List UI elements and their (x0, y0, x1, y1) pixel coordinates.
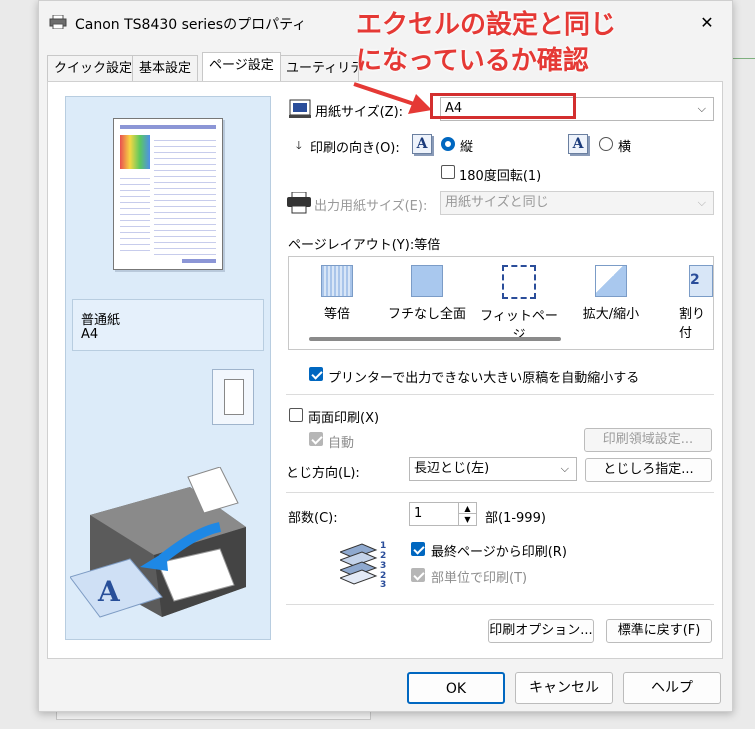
tab-page-setup[interactable]: ページ設定 (202, 52, 281, 81)
ok-button[interactable]: OK (407, 672, 505, 704)
layout-fit-icon (502, 265, 536, 299)
tab-maintenance[interactable]: ユーティリティ (279, 55, 359, 81)
layout-item-label: 拡大/縮小 (582, 307, 640, 322)
layout-item-label: 割り付 (679, 307, 706, 341)
portrait-orientation-icon: A (412, 134, 432, 154)
portrait-label: 縦 (460, 140, 474, 155)
preview-text-lines-left (120, 173, 150, 255)
annotation-arrow-icon (352, 78, 434, 118)
annotation-line-1: エクセルの設定と同じ (356, 10, 617, 40)
spin-down-icon[interactable]: ▼ (458, 514, 476, 525)
copies-spinbox[interactable]: 1 ▲ ▼ (409, 502, 477, 526)
preview-image-block (120, 135, 150, 169)
orientation-label: 印刷の向き(O): (310, 141, 400, 156)
layout-multi-page-icon: 2 (689, 265, 713, 297)
binding-value: 長辺とじ(左) (414, 461, 490, 476)
page-layout-list: 等倍 フチなし全面 フィットページ 拡大/縮小 2 割り付 (288, 256, 714, 350)
layout-item-borderless[interactable]: フチなし全面 (387, 265, 467, 322)
preview-header-bar (120, 125, 216, 129)
binding-margin-button[interactable]: とじしろ指定... (585, 458, 712, 482)
layout-item-page-layout[interactable]: 2 割り付 (659, 265, 713, 341)
output-size-select[interactable]: 用紙サイズと同じ ⌵ (440, 191, 714, 215)
rotate180-checkbox[interactable] (441, 165, 455, 179)
reverse-order-checkbox[interactable] (411, 542, 425, 556)
help-button[interactable]: ヘルプ (623, 672, 721, 704)
chevron-down-icon: ⌵ (560, 462, 569, 475)
preview-text-lines (154, 135, 216, 255)
layout-item-scaled[interactable]: 拡大/縮小 (571, 265, 651, 322)
background-line (733, 58, 755, 59)
defaults-button[interactable]: 標準に戻す(F) (606, 619, 712, 643)
layout-normal-icon (321, 265, 353, 297)
annotation-line-2: になっているか確認 (356, 46, 589, 76)
cancel-button[interactable]: キャンセル (515, 672, 613, 704)
auto-reduce-checkbox[interactable] (309, 367, 323, 381)
rotate180-label: 180度回転(1) (459, 169, 542, 184)
layout-borderless-icon (411, 265, 443, 297)
binding-label: とじ方向(L): (286, 466, 360, 481)
tab-main[interactable]: 基本設定 (132, 55, 199, 81)
chevron-down-icon: ⌵ (697, 102, 706, 115)
page-setup-panel: 普通紙 A4 A 用紙サイズ(Z): A4 ⌵ 🡓 印刷の向き(O): A 縦 … (47, 81, 723, 659)
page-preview-thumbnail (113, 118, 223, 270)
collate-label: 部単位で印刷(T) (431, 571, 528, 586)
reverse-order-label: 最終ページから印刷(R) (431, 545, 567, 560)
landscape-radio[interactable] (599, 137, 613, 151)
orientation-preview-box (212, 369, 254, 425)
layout-item-normal[interactable]: 等倍 (297, 265, 377, 322)
preview-footer-bar (182, 259, 216, 263)
duplex-checkbox[interactable] (289, 408, 303, 422)
media-info-box: 普通紙 A4 (72, 299, 264, 351)
collate-pages-icon: 1 2 3 2 3 (338, 538, 396, 590)
printer-icon (49, 14, 67, 30)
paper-size-highlight-box (430, 93, 576, 119)
paper-size-text: A4 (81, 327, 99, 342)
window-title: Canon TS8430 seriesのプロパティ (75, 17, 307, 33)
svg-text:2: 2 (380, 551, 386, 561)
portrait-page-icon (224, 379, 244, 415)
tab-quick-setup[interactable]: クイック設定 (47, 55, 140, 81)
print-area-setup-button[interactable]: 印刷領域設定... (584, 428, 712, 452)
portrait-radio[interactable] (441, 137, 455, 151)
divider (286, 394, 714, 395)
page-layout-label: ページレイアウト(Y):等倍 (288, 238, 441, 253)
duplex-auto-checkbox[interactable] (309, 432, 323, 446)
svg-text:3: 3 (380, 580, 386, 588)
preview-pane: 普通紙 A4 A (65, 96, 271, 640)
paper-size-icon (289, 99, 311, 119)
arrow-down-icon: 🡓 (296, 139, 302, 152)
divider (286, 492, 714, 493)
printer-illustration: A (69, 466, 260, 627)
layout-item-label: フチなし全面 (387, 307, 466, 322)
layout-scaled-icon (595, 265, 627, 297)
layout-item-fit-to-page[interactable]: フィットページ (479, 265, 559, 343)
svg-text:1: 1 (380, 541, 386, 551)
close-button[interactable]: ✕ (694, 11, 720, 35)
landscape-label: 横 (618, 140, 632, 155)
collate-checkbox[interactable] (411, 568, 425, 582)
svg-text:A: A (97, 575, 121, 608)
divider (286, 604, 714, 605)
binding-select[interactable]: 長辺とじ(左) ⌵ (409, 457, 577, 481)
copies-value: 1 (414, 506, 423, 521)
copies-range-label: 部(1-999) (485, 511, 546, 526)
spin-up-icon[interactable]: ▲ (458, 503, 476, 514)
duplex-auto-label: 自動 (328, 436, 355, 451)
print-options-button[interactable]: 印刷オプション... (488, 619, 594, 643)
output-size-value: 用紙サイズと同じ (445, 195, 549, 210)
layout-item-label: 等倍 (323, 307, 350, 322)
media-type-text: 普通紙 (81, 313, 121, 328)
background-window-edge (56, 712, 371, 720)
landscape-orientation-icon: A (568, 134, 588, 154)
svg-text:3: 3 (380, 561, 386, 571)
chevron-down-icon: ⌵ (697, 196, 706, 209)
output-size-label: 出力用紙サイズ(E): (314, 199, 428, 214)
output-printer-icon (286, 191, 312, 214)
copies-label: 部数(C): (288, 511, 338, 526)
layout-scrollbar-thumb[interactable] (309, 337, 561, 341)
auto-reduce-label: プリンターで出力できない大きい原稿を自動縮小する (328, 371, 640, 386)
duplex-label: 両面印刷(X) (308, 411, 380, 426)
